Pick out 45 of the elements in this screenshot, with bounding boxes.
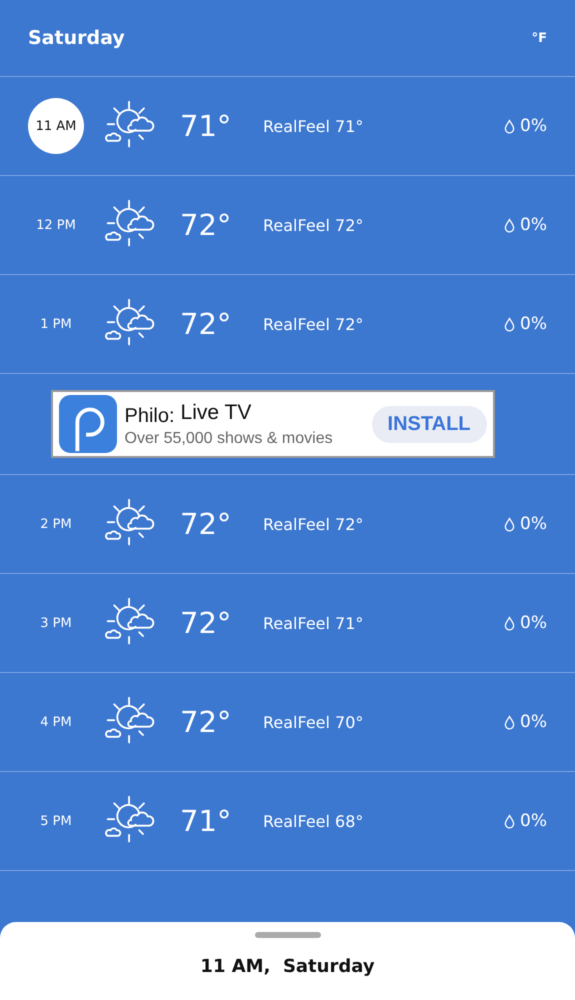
raindrop-icon	[504, 714, 516, 730]
temperature: 72°	[180, 208, 232, 242]
temperature: 72°	[180, 705, 232, 739]
raindrop-icon	[504, 118, 516, 134]
hour-time[interactable]: 1 PM	[28, 296, 84, 352]
precipitation-text: 0%	[520, 712, 547, 732]
ad-headline: Live TV	[180, 400, 252, 424]
temperature: 72°	[180, 606, 232, 640]
temperature: 71°	[180, 109, 232, 143]
temperature: 71°	[180, 804, 232, 838]
drag-handle[interactable]	[254, 932, 320, 938]
raindrop-icon	[504, 316, 516, 332]
hour-time[interactable]: 4 PM	[28, 694, 84, 750]
day-title: Saturday	[28, 27, 125, 49]
app-logo-icon	[58, 395, 116, 453]
precipitation-text: 0%	[520, 514, 547, 534]
raindrop-icon	[504, 516, 516, 532]
raindrop-icon	[504, 814, 516, 828]
temperature: 72°	[180, 307, 232, 341]
hour-time[interactable]: 12 PM	[28, 197, 84, 253]
hour-time[interactable]: 5 PM	[28, 793, 84, 849]
realfeel-text: RealFeel 72°	[263, 314, 364, 334]
raindrop-icon	[504, 218, 516, 232]
unit-toggle[interactable]: °F	[532, 30, 547, 46]
realfeel-text: RealFeel 72°	[263, 514, 364, 534]
ad-title: Philo:	[124, 404, 175, 428]
install-button[interactable]: INSTALL	[372, 406, 486, 442]
realfeel-text: RealFeel 70°	[263, 712, 364, 732]
selected-time-label: 11 AM, Saturday	[200, 956, 375, 977]
ad-banner[interactable]: Philo: Live TV Over 55,000 shows & movies INSTALL	[50, 390, 494, 458]
realfeel-text: RealFeel 68°	[263, 812, 364, 830]
raindrop-icon	[504, 616, 516, 630]
hour-time[interactable]: 3 PM	[28, 595, 84, 651]
precipitation-text: 0%	[520, 613, 547, 633]
temperature: 72°	[180, 507, 232, 541]
precipitation-text: 0%	[520, 811, 547, 831]
hour-time[interactable]: 11 AM	[28, 98, 84, 154]
ad-description: Over 55,000 shows & movies	[124, 430, 333, 448]
hour-time[interactable]: 2 PM	[28, 496, 84, 552]
precipitation-text: 0%	[520, 314, 547, 334]
realfeel-text: RealFeel 71°	[263, 116, 364, 136]
precipitation-text: 0%	[520, 215, 547, 235]
precipitation-text: 0%	[520, 116, 547, 136]
realfeel-text: RealFeel 72°	[263, 216, 364, 234]
realfeel-text: RealFeel 71°	[263, 614, 364, 632]
